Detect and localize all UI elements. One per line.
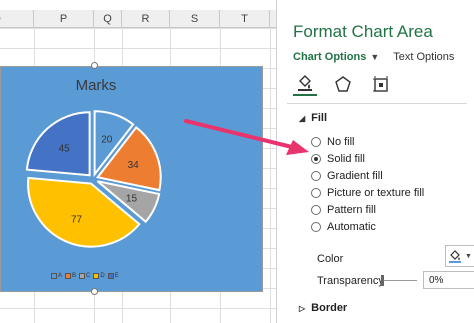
legend-swatch bbox=[107, 273, 114, 279]
resize-handle-bottom[interactable] bbox=[91, 288, 98, 295]
radio-button[interactable] bbox=[311, 205, 321, 215]
fill-and-line-icon[interactable] bbox=[293, 72, 317, 96]
pane-tabs: Chart Options ▼ Text Options bbox=[293, 51, 454, 63]
radio-button[interactable] bbox=[311, 188, 321, 198]
column-header-s[interactable]: S bbox=[170, 10, 220, 28]
radio-gradient-fill[interactable]: Gradient fill bbox=[311, 170, 383, 182]
data-label[interactable]: 77 bbox=[71, 215, 83, 226]
radio-label: Picture or texture fill bbox=[327, 187, 425, 199]
effects-icon[interactable] bbox=[331, 72, 355, 96]
column-header-t[interactable]: T bbox=[220, 10, 270, 28]
transparency-slider-track[interactable] bbox=[383, 280, 417, 281]
chevron-down-icon: ▼ bbox=[465, 252, 472, 260]
radio-automatic[interactable]: Automatic bbox=[311, 221, 376, 233]
column-header-p[interactable]: P bbox=[34, 10, 94, 28]
transparency-input[interactable]: 0% bbox=[423, 271, 474, 289]
legend-label: A bbox=[58, 273, 63, 279]
radio-button[interactable] bbox=[311, 137, 321, 147]
grid-line bbox=[270, 28, 271, 323]
excel-window: O P Q R S T Marks 2034157745 ABCDE Forma… bbox=[0, 0, 474, 323]
pie-plot[interactable]: 20 34 15 77 45 bbox=[1, 67, 191, 267]
legend-swatch bbox=[65, 273, 72, 279]
radio-no-fill[interactable]: No fill bbox=[311, 136, 355, 148]
resize-handle-top[interactable] bbox=[91, 62, 98, 69]
legend-swatch bbox=[93, 273, 100, 279]
data-label[interactable]: 45 bbox=[59, 143, 71, 154]
pane-divider bbox=[287, 103, 467, 104]
column-header-row: O P Q R S T bbox=[0, 10, 276, 28]
size-properties-icon[interactable] bbox=[369, 72, 393, 96]
radio-button[interactable] bbox=[311, 171, 321, 181]
radio-solid-fill[interactable]: Solid fill bbox=[311, 153, 365, 165]
data-label[interactable]: 15 bbox=[126, 194, 138, 205]
border-section-header[interactable]: ▷ Border bbox=[299, 302, 347, 314]
pane-title: Format Chart Area bbox=[293, 22, 433, 41]
paint-bucket-icon bbox=[449, 250, 462, 263]
format-chart-area-pane: Format Chart Area Chart Options ▼ Text Op… bbox=[276, 0, 474, 323]
fill-section-header[interactable]: ◢ Fill bbox=[299, 112, 327, 124]
legend-item[interactable]: D bbox=[93, 273, 105, 279]
tab-chart-options-label: Chart Options bbox=[293, 51, 367, 63]
radio-pattern-fill[interactable]: Pattern fill bbox=[311, 204, 376, 216]
expand-triangle-icon: ▷ bbox=[299, 303, 306, 313]
pane-icon-row bbox=[293, 72, 393, 96]
radio-label: Pattern fill bbox=[327, 204, 376, 216]
radio-label: Automatic bbox=[327, 221, 376, 233]
radio-label: Gradient fill bbox=[327, 170, 383, 182]
legend-label: D bbox=[100, 273, 105, 279]
transparency-label: Transparency bbox=[317, 275, 384, 287]
column-header-r[interactable]: R bbox=[122, 10, 170, 28]
legend-item[interactable]: B bbox=[65, 273, 76, 279]
tab-text-options[interactable]: Text Options bbox=[393, 51, 454, 63]
radio-picture-fill[interactable]: Picture or texture fill bbox=[311, 187, 424, 199]
chart-legend[interactable]: A B C D E bbox=[51, 270, 151, 282]
column-header-o[interactable]: O bbox=[0, 10, 34, 28]
legend-item[interactable]: A bbox=[51, 273, 62, 279]
tab-chart-options[interactable]: Chart Options ▼ bbox=[293, 51, 379, 63]
legend-swatch bbox=[79, 273, 86, 279]
legend-label: E bbox=[114, 273, 119, 279]
column-header-q[interactable]: Q bbox=[94, 10, 122, 28]
border-section-label: Border bbox=[311, 302, 348, 314]
data-label[interactable]: 34 bbox=[128, 160, 140, 171]
color-label: Color bbox=[317, 253, 344, 265]
radio-button[interactable] bbox=[311, 222, 321, 232]
transparency-slider-thumb[interactable] bbox=[381, 275, 384, 286]
pie-chart-area[interactable]: Marks 20 34 15 77 45 ABCDE bbox=[0, 66, 263, 292]
legend-label: C bbox=[86, 273, 91, 279]
legend-swatch bbox=[51, 273, 57, 279]
legend-label: B bbox=[72, 273, 77, 279]
radio-label: No fill bbox=[327, 136, 355, 148]
data-label[interactable]: 20 bbox=[101, 134, 113, 145]
radio-label: Solid fill bbox=[327, 153, 365, 165]
radio-button-selected[interactable] bbox=[311, 154, 321, 164]
fill-section-label: Fill bbox=[311, 112, 328, 124]
legend-item[interactable]: E bbox=[107, 273, 119, 279]
legend-item[interactable]: C bbox=[79, 273, 90, 279]
worksheet[interactable]: O P Q R S T Marks 2034157745 ABCDE bbox=[0, 0, 276, 323]
chevron-down-icon: ▼ bbox=[370, 52, 380, 62]
collapse-triangle-icon: ◢ bbox=[299, 113, 306, 123]
color-picker-button[interactable]: ▼ bbox=[445, 245, 474, 267]
